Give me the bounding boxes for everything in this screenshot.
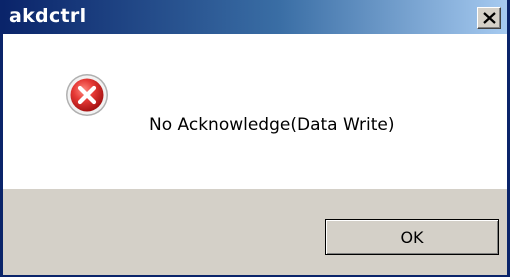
title-bar[interactable]: akdctrl	[3, 0, 507, 34]
window-title: akdctrl	[9, 5, 87, 27]
ok-button[interactable]: OK	[325, 219, 499, 255]
error-icon	[65, 73, 109, 117]
message-dialog: akdctrl No Acknowledge(Data Write) OK	[0, 0, 510, 277]
close-button[interactable]	[477, 7, 501, 29]
close-icon	[483, 12, 496, 24]
message-text: No Acknowledge(Data Write)	[149, 115, 395, 135]
